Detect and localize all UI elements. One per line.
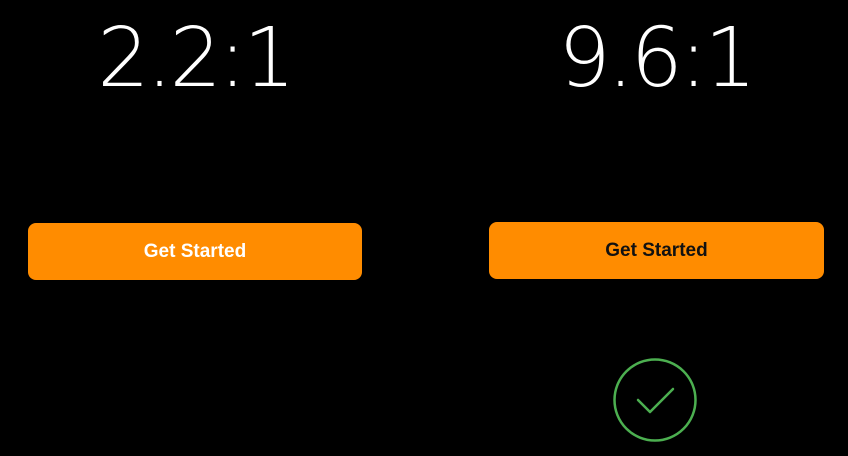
check-circle-icon bbox=[613, 358, 697, 442]
contrast-ratio: 2.2:1 bbox=[97, 11, 295, 106]
get-started-button[interactable]: Get Started bbox=[489, 222, 824, 279]
get-started-button[interactable]: Get Started bbox=[28, 223, 362, 280]
contrast-ratio: 9.6:1 bbox=[558, 11, 756, 106]
example-low-contrast: 2.2:1 Get Started bbox=[28, 0, 362, 456]
example-high-contrast: 9.6:1 Get Started bbox=[489, 0, 824, 456]
